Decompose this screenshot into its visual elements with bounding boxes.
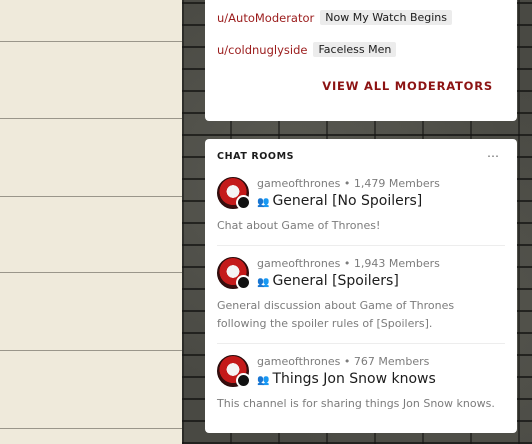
- left-content-column: [0, 0, 182, 444]
- row-divider: [0, 41, 182, 42]
- moderator-flair: Now My Watch Begins: [320, 10, 452, 25]
- chat-room-item[interactable]: gameofthrones • 1,479 Members 👥 General […: [217, 177, 505, 243]
- people-icon: 👥: [257, 375, 270, 386]
- member-count: • 767 Members: [343, 355, 430, 368]
- more-options-icon[interactable]: ⋯: [487, 149, 499, 163]
- row-divider: [0, 350, 182, 351]
- room-name[interactable]: 👥 General [No Spoilers]: [257, 193, 422, 209]
- room-name-label: General [Spoilers]: [272, 273, 399, 289]
- room-meta: gameofthrones • 1,943 Members: [257, 257, 440, 270]
- chat-room-item[interactable]: gameofthrones • 1,943 Members 👥 General […: [217, 257, 505, 337]
- chat-badge-icon: [236, 373, 251, 388]
- chat-rooms-title: CHAT ROOMS: [217, 151, 295, 162]
- community-name: gameofthrones: [257, 257, 341, 270]
- chat-badge-icon: [236, 195, 251, 210]
- divider: [217, 245, 505, 246]
- people-icon: 👥: [257, 197, 270, 208]
- moderator-flair: Faceless Men: [313, 42, 397, 57]
- member-count: • 1,479 Members: [343, 177, 440, 190]
- row-divider: [0, 428, 182, 429]
- moderator-row: u/coldnuglyside Faceless Men: [217, 42, 397, 57]
- room-description: Chat about Game of Thrones!: [217, 219, 381, 232]
- room-meta: gameofthrones • 767 Members: [257, 355, 429, 368]
- moderator-username[interactable]: u/coldnuglyside: [217, 43, 307, 57]
- room-name-label: General [No Spoilers]: [272, 193, 423, 209]
- moderator-row: u/AutoModerator Now My Watch Begins: [217, 10, 452, 25]
- chat-room-item[interactable]: gameofthrones • 767 Members 👥 Things Jon …: [217, 355, 505, 425]
- row-divider: [0, 272, 182, 273]
- room-name[interactable]: 👥 Things Jon Snow knows: [257, 371, 436, 387]
- room-name[interactable]: 👥 General [Spoilers]: [257, 273, 399, 289]
- people-icon: 👥: [257, 277, 270, 288]
- chat-rooms-card: CHAT ROOMS ⋯ gameofthrones • 1,479 Membe…: [205, 139, 517, 433]
- moderator-username[interactable]: u/AutoModerator: [217, 11, 314, 25]
- divider: [217, 343, 505, 344]
- room-meta: gameofthrones • 1,479 Members: [257, 177, 440, 190]
- room-description: General discussion about Game of Thrones…: [217, 299, 455, 330]
- room-description: This channel is for sharing things Jon S…: [217, 397, 495, 410]
- moderators-card: u/AutoModerator Now My Watch Begins u/co…: [205, 0, 517, 121]
- row-divider: [0, 118, 182, 119]
- member-count: • 1,943 Members: [343, 257, 440, 270]
- room-name-label: Things Jon Snow knows: [272, 371, 436, 387]
- row-divider: [0, 196, 182, 197]
- community-name: gameofthrones: [257, 355, 341, 368]
- view-all-moderators-button[interactable]: VIEW ALL MODERATORS: [322, 79, 493, 93]
- chat-badge-icon: [236, 275, 251, 290]
- community-name: gameofthrones: [257, 177, 341, 190]
